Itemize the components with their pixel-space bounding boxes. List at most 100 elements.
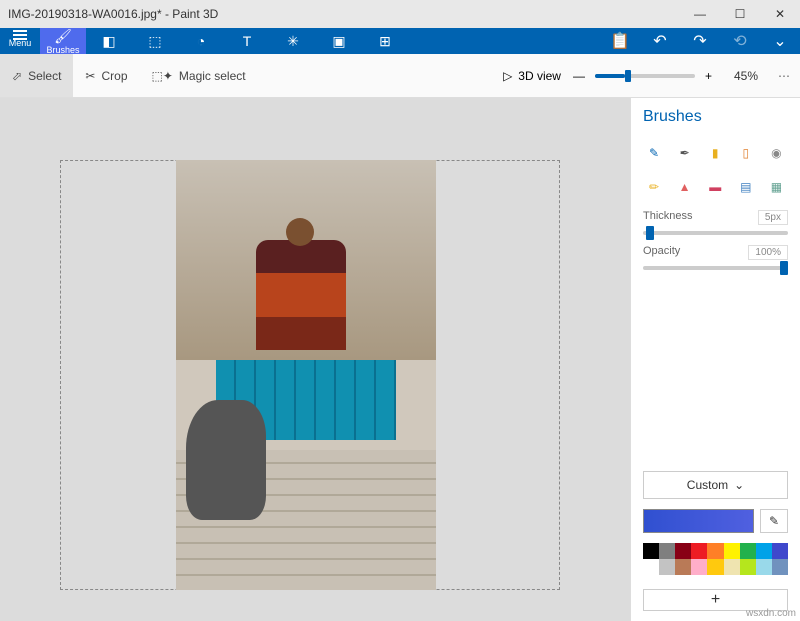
shapes2d-icon: ◧ bbox=[102, 33, 115, 50]
canvas-area[interactable] bbox=[0, 98, 630, 621]
brush-marker[interactable]: ✎ bbox=[643, 140, 665, 166]
3d-view-button[interactable]: ▷ 3D view bbox=[491, 69, 573, 83]
opacity-value[interactable]: 100% bbox=[748, 245, 788, 260]
close-button[interactable]: ✕ bbox=[760, 0, 800, 28]
palette-color-17[interactable] bbox=[772, 559, 788, 575]
brush-eraser[interactable]: ▲ bbox=[674, 174, 696, 200]
library-tab[interactable]: ⊞ bbox=[362, 28, 408, 54]
palette-color-8[interactable] bbox=[772, 543, 788, 559]
ribbon: Menu 🖌 Brushes ◧ ⬚ ◔ T ✳ ▣ ⊞ 📋 ↶ ↷ ⟲ ⌄ bbox=[0, 28, 800, 54]
thickness-slider[interactable] bbox=[643, 231, 788, 235]
text-tab[interactable]: T bbox=[224, 28, 270, 54]
crop-button[interactable]: ✂ Crop bbox=[73, 54, 139, 97]
maximize-button[interactable]: ☐ bbox=[720, 0, 760, 28]
pixel-icon: ◉ bbox=[771, 146, 781, 160]
canvas-image[interactable] bbox=[176, 160, 436, 590]
watermark: wsxdn.com bbox=[746, 608, 796, 619]
image-figure bbox=[256, 240, 346, 350]
canvas-icon: ▣ bbox=[332, 33, 345, 50]
undo-button[interactable]: ↶ bbox=[640, 28, 680, 54]
more-button[interactable]: ⋯ bbox=[768, 69, 800, 83]
palette-color-16[interactable] bbox=[756, 559, 772, 575]
menu-button[interactable]: Menu bbox=[0, 28, 40, 54]
zoom-percent: 45% bbox=[722, 69, 758, 83]
select-label: Select bbox=[28, 69, 61, 83]
shapes3d-tab[interactable]: ⬚ bbox=[132, 28, 178, 54]
image-bottom-half bbox=[176, 360, 436, 590]
canvas-tab[interactable]: ▣ bbox=[316, 28, 362, 54]
brush-watercolor[interactable]: ▯ bbox=[735, 140, 757, 166]
brush-fill[interactable]: ▦ bbox=[765, 174, 787, 200]
oil-icon: ▮ bbox=[712, 146, 719, 160]
palette-color-11[interactable] bbox=[675, 559, 691, 575]
palette-color-13[interactable] bbox=[707, 559, 723, 575]
paste-button[interactable]: 📋 bbox=[600, 28, 640, 54]
brush-crayon[interactable]: ▬ bbox=[704, 174, 726, 200]
magic-select-button[interactable]: ⬚✦ Magic select bbox=[140, 54, 258, 97]
palette-color-0[interactable] bbox=[643, 543, 659, 559]
effects-tab[interactable]: ✳ bbox=[270, 28, 316, 54]
color-palette bbox=[643, 543, 788, 575]
shapes3d-icon: ⬚ bbox=[148, 33, 161, 50]
calligraphy-icon: ✒ bbox=[680, 146, 690, 160]
select-button[interactable]: ⬀ Select bbox=[0, 54, 73, 97]
palette-color-1[interactable] bbox=[659, 543, 675, 559]
palette-color-14[interactable] bbox=[724, 559, 740, 575]
main: Brushes ✎ ✒ ▮ ▯ ◉ ✏ ▲ ▬ ▤ ▦ Thickness 5p… bbox=[0, 98, 800, 621]
palette-color-9[interactable] bbox=[643, 559, 659, 575]
opacity-slider[interactable] bbox=[643, 266, 788, 270]
palette-color-2[interactable] bbox=[675, 543, 691, 559]
paste-icon: 📋 bbox=[610, 31, 630, 51]
crop-icon: ✂ bbox=[85, 69, 95, 83]
expand-button[interactable]: ⌄ bbox=[760, 28, 800, 54]
brush-spray[interactable]: ▤ bbox=[735, 174, 757, 200]
eraser-icon: ▲ bbox=[679, 180, 691, 194]
brush-pixel[interactable]: ◉ bbox=[765, 140, 787, 166]
fill-icon: ▦ bbox=[771, 180, 782, 194]
opacity-thumb[interactable] bbox=[780, 261, 788, 275]
thickness-value[interactable]: 5px bbox=[758, 210, 788, 225]
palette-color-4[interactable] bbox=[707, 543, 723, 559]
brush-oil[interactable]: ▮ bbox=[704, 140, 726, 166]
stickers-icon: ◔ bbox=[197, 33, 205, 49]
3d-view-label: 3D view bbox=[518, 69, 561, 83]
palette-color-5[interactable] bbox=[724, 543, 740, 559]
zoom-out-button[interactable]: — bbox=[573, 69, 585, 83]
stickers-tab[interactable]: ◔ bbox=[178, 28, 224, 54]
material-label: Custom bbox=[687, 478, 728, 492]
brushes-tab[interactable]: 🖌 Brushes bbox=[40, 28, 86, 54]
palette-color-15[interactable] bbox=[740, 559, 756, 575]
history-button[interactable]: ⟲ bbox=[720, 28, 760, 54]
current-color[interactable] bbox=[643, 509, 754, 533]
brush-grid: ✎ ✒ ▮ ▯ ◉ ✏ ▲ ▬ ▤ ▦ bbox=[643, 140, 788, 200]
current-color-row: ✎ bbox=[643, 509, 788, 533]
brushes-label: Brushes bbox=[46, 45, 79, 55]
palette-color-10[interactable] bbox=[659, 559, 675, 575]
chevron-down-icon: ⌄ bbox=[734, 478, 744, 492]
history-icon: ⟲ bbox=[733, 31, 746, 51]
hamburger-icon bbox=[13, 34, 27, 36]
brush-pencil[interactable]: ✏ bbox=[643, 174, 665, 200]
opacity-prop: Opacity 100% bbox=[643, 245, 788, 270]
zoom-thumb[interactable] bbox=[625, 70, 631, 82]
thickness-label: Thickness bbox=[643, 210, 693, 225]
shapes2d-tab[interactable]: ◧ bbox=[86, 28, 132, 54]
crop-label: Crop bbox=[101, 69, 127, 83]
minimize-button[interactable]: — bbox=[680, 0, 720, 28]
crayon-icon: ▬ bbox=[709, 180, 721, 194]
palette-color-6[interactable] bbox=[740, 543, 756, 559]
redo-icon: ↷ bbox=[693, 31, 706, 51]
thickness-thumb[interactable] bbox=[646, 226, 654, 240]
palette-color-3[interactable] bbox=[691, 543, 707, 559]
zoom-slider[interactable] bbox=[595, 74, 695, 78]
palette-color-12[interactable] bbox=[691, 559, 707, 575]
eyedropper-button[interactable]: ✎ bbox=[760, 509, 788, 533]
zoom-in-button[interactable]: + bbox=[705, 69, 712, 83]
watercolor-icon: ▯ bbox=[742, 146, 749, 160]
brush-calligraphy[interactable]: ✒ bbox=[674, 140, 696, 166]
material-select[interactable]: Custom ⌄ bbox=[643, 471, 788, 499]
effects-icon: ✳ bbox=[287, 33, 299, 50]
palette-color-7[interactable] bbox=[756, 543, 772, 559]
window-title: IMG-20190318-WA0016.jpg* - Paint 3D bbox=[0, 7, 218, 21]
redo-button[interactable]: ↷ bbox=[680, 28, 720, 54]
